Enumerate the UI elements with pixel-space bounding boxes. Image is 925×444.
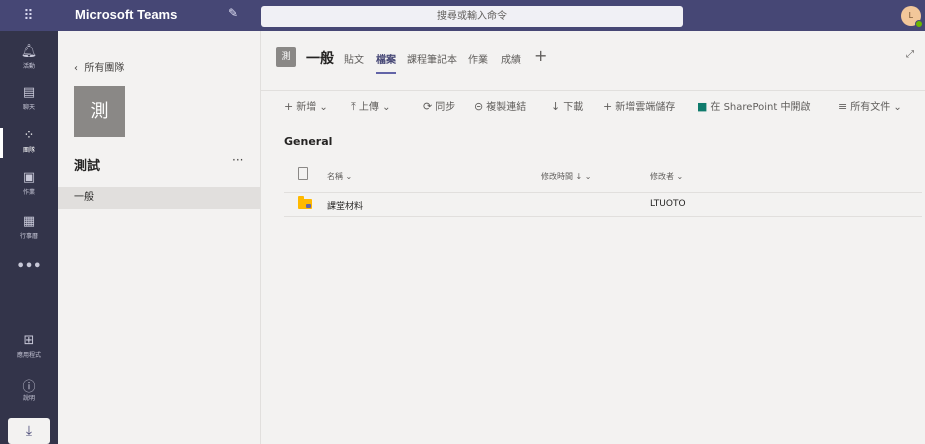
plus-icon: +: [284, 100, 294, 113]
command-bar: + 新增 ⌄ ⤒ 上傳 ⌄ ⟳ 同步 ⊝ 複製連結 ↓ 下載 + 新增雲端儲存 ■ 在 Sha…: [261, 90, 925, 118]
rail-item-assignments[interactable]: ▣ 作業: [0, 166, 58, 206]
upload-label: 上傳: [358, 102, 379, 113]
modified-by-col-label: 修改者: [650, 172, 674, 181]
channel-name: 一般: [306, 51, 334, 67]
search-input[interactable]: 搜尋或輸入命令: [261, 6, 683, 27]
column-header-modified[interactable]: 修改時間 ↓ ⌄: [541, 171, 592, 182]
copy-link-button[interactable]: ⊝ 複製連結: [474, 98, 526, 113]
assignments-icon: ▣: [22, 170, 36, 185]
new-chat-icon[interactable]: ✎: [228, 6, 238, 20]
chevron-down-icon: ⌄: [382, 102, 391, 113]
rail-label: 行事曆: [19, 233, 38, 240]
team-more-options-icon[interactable]: ···: [232, 153, 243, 167]
rail-label: 團隊: [22, 147, 35, 154]
folder-section-title: General: [284, 135, 333, 148]
table-row[interactable]: 課堂材料 LTUOTO: [284, 192, 922, 217]
avatar-initial: L: [908, 11, 914, 20]
download-button[interactable]: ↓ 下載: [551, 98, 583, 113]
new-label: 新增: [296, 102, 317, 113]
column-header-modified-by[interactable]: 修改者 ⌄: [650, 171, 683, 182]
apps-icon: ⊞: [23, 333, 35, 348]
download-label: 下載: [563, 102, 584, 113]
back-label: 所有團隊: [84, 63, 125, 74]
add-tab-icon[interactable]: +: [534, 46, 547, 65]
add-cloud-label: 新增雲端儲存: [615, 102, 676, 113]
rail-label: 作業: [22, 189, 35, 196]
all-documents-dropdown[interactable]: ≡ 所有文件 ⌄: [838, 98, 902, 113]
plus-icon: +: [603, 100, 613, 113]
chevron-down-icon: ⌄: [319, 102, 328, 113]
sync-button[interactable]: ⟳ 同步: [423, 98, 455, 113]
more-icon: •••: [16, 259, 42, 274]
expand-icon[interactable]: ⤢: [906, 49, 914, 60]
tab-posts[interactable]: 貼文: [344, 51, 364, 66]
download-icon: ↓: [551, 100, 561, 113]
back-to-all-teams[interactable]: ‹ 所有團隊: [74, 59, 124, 74]
chevron-left-icon: ‹: [74, 63, 78, 74]
teams-icon: ⁘: [23, 128, 35, 143]
more-apps-button[interactable]: •••: [0, 255, 58, 295]
modified-col-label: 修改時間 ↓: [541, 172, 583, 181]
tab-grades[interactable]: 成績: [501, 51, 521, 66]
name-col-label: 名稱: [327, 172, 343, 181]
tab-assignments[interactable]: 作業: [468, 51, 488, 66]
calendar-icon: ▦: [22, 214, 36, 229]
presence-available-icon: [915, 20, 923, 28]
rail-label: 聊天: [22, 104, 35, 111]
rail-label: 應用程式: [16, 352, 41, 359]
link-icon: ⊝: [474, 100, 484, 113]
folder-icon: [298, 196, 312, 209]
sharepoint-icon: ■: [697, 100, 708, 113]
app-rail: 🔔︎ 活動 ▤ 聊天 ⁘ 團隊 ▣ 作業 ▦ 行事曆 ••• ⊞ 應用程式 ⓘ …: [0, 31, 58, 444]
team-name: 測試: [74, 159, 101, 174]
avatar[interactable]: L: [901, 6, 923, 28]
all-docs-label: 所有文件: [850, 102, 891, 113]
rail-item-activity[interactable]: 🔔︎ 活動: [0, 40, 58, 80]
rail-item-teams[interactable]: ⁘ 團隊: [0, 124, 58, 164]
open-in-sharepoint-button[interactable]: ■ 在 SharePoint 中開啟: [697, 98, 810, 113]
rail-item-chat[interactable]: ▤ 聊天: [0, 81, 58, 121]
channel-header: 測 一般 貼文 檔案 課程筆記本 作業 成績 + ⤢: [261, 31, 925, 89]
app-title: Microsoft Teams: [75, 7, 178, 22]
channel-tile: 測: [276, 47, 296, 67]
sync-label: 同步: [435, 102, 456, 113]
add-cloud-storage-button[interactable]: + 新增雲端儲存: [603, 98, 675, 113]
app-launcher-icon[interactable]: ⠿: [0, 0, 58, 31]
rail-item-calendar[interactable]: ▦ 行事曆: [0, 210, 58, 250]
tab-class-notebook[interactable]: 課程筆記本: [407, 51, 457, 66]
bell-icon: 🔔︎: [20, 44, 38, 59]
files-list: General 名稱 ⌄ 修改時間 ↓ ⌄ 修改者 ⌄ 課堂材料 LTUOTO: [261, 118, 925, 444]
file-name[interactable]: 課堂材料: [327, 199, 363, 212]
file-type-icon: [298, 167, 308, 180]
tab-files[interactable]: 檔案: [376, 51, 396, 74]
upload-button[interactable]: ⤒ 上傳 ⌄: [351, 98, 390, 114]
team-tile: 測: [74, 86, 125, 137]
sync-icon: ⟳: [423, 100, 433, 113]
download-app-icon[interactable]: ⤓: [8, 418, 50, 444]
sharepoint-label: 在 SharePoint 中開啟: [710, 102, 811, 113]
column-header-name[interactable]: 名稱 ⌄: [327, 171, 352, 182]
team-panel: ‹ 所有團隊 測 測試 ··· 一般: [58, 31, 261, 444]
help-icon: ⓘ: [22, 380, 36, 395]
rail-label: 活動: [22, 63, 35, 70]
copy-link-label: 複製連結: [486, 102, 527, 113]
file-modified-by: LTUOTO: [650, 199, 686, 209]
main-content: 測 一般 貼文 檔案 課程筆記本 作業 成績 + ⤢ + 新增 ⌄ ⤒ 上傳 ⌄ ⟳…: [261, 31, 925, 444]
top-bar: ⠿ Microsoft Teams ✎ 搜尋或輸入命令 L: [0, 0, 925, 31]
upload-icon: ⤒: [351, 100, 356, 113]
rail-item-apps[interactable]: ⊞ 應用程式: [0, 329, 58, 369]
rail-label: 說明: [22, 395, 35, 402]
chevron-down-icon: ⌄: [893, 102, 902, 113]
chat-icon: ▤: [22, 85, 36, 100]
channel-item-general[interactable]: 一般: [58, 187, 260, 209]
new-button[interactable]: + 新增 ⌄: [284, 98, 328, 113]
rail-item-help[interactable]: ⓘ 說明: [0, 372, 58, 412]
filter-icon: ≡: [838, 100, 848, 113]
